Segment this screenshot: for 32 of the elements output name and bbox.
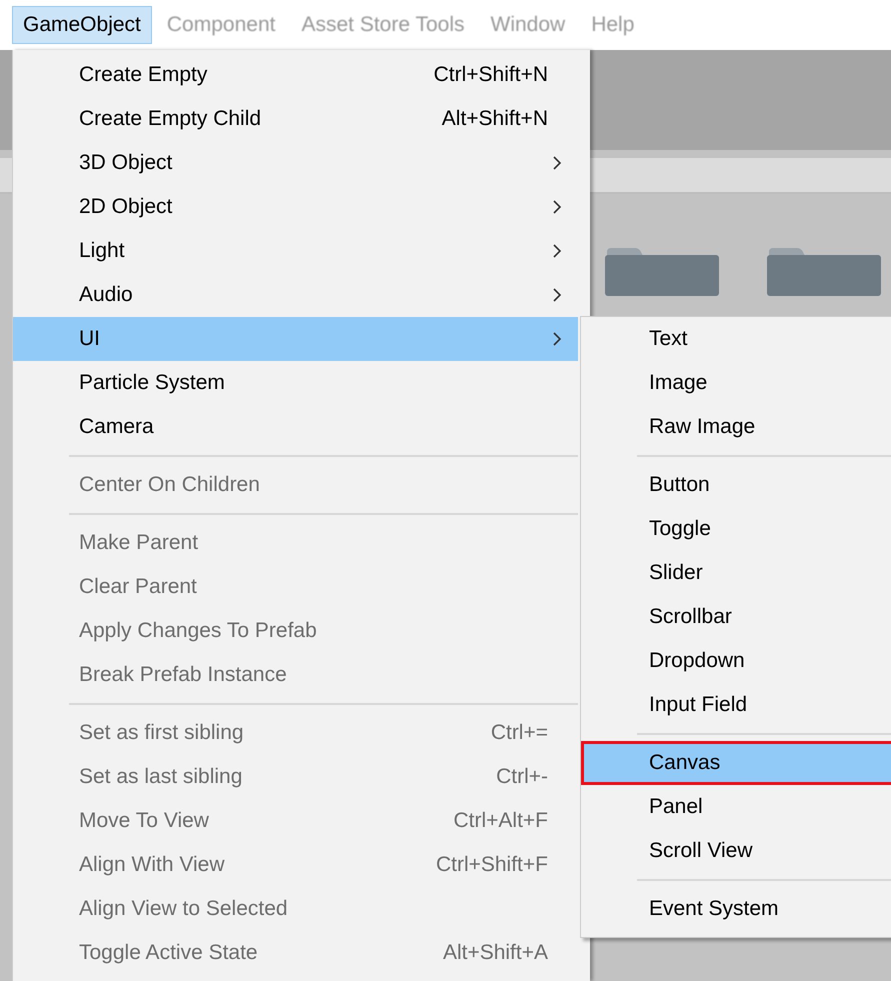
menu-item[interactable]: Raw Image xyxy=(581,405,891,449)
shortcut-text: Ctrl+Alt+F xyxy=(453,808,548,834)
menu-item[interactable]: Light xyxy=(13,229,578,273)
shortcut-text: Ctrl+= xyxy=(490,720,548,746)
menu-item[interactable]: 2D Object xyxy=(13,185,578,229)
menu-item[interactable]: Slider xyxy=(581,551,891,595)
folder-icon xyxy=(767,246,881,296)
menu-item[interactable]: Text xyxy=(581,317,891,361)
menu-item[interactable]: Create Empty Ctrl+Shift+N xyxy=(13,53,578,97)
menu-item[interactable]: 3D Object xyxy=(13,141,578,185)
menu-item[interactable]: Event System xyxy=(581,887,891,931)
shortcut-text: Alt+Shift+N xyxy=(442,106,548,132)
shortcut-text: Ctrl+- xyxy=(496,764,548,790)
menu-item[interactable]: Image xyxy=(581,361,891,405)
menu-item[interactable]: Canvas xyxy=(581,741,891,785)
menu-item[interactable]: Camera xyxy=(13,405,578,449)
shortcut-text: Alt+Shift+A xyxy=(442,940,548,966)
menu-bar-item[interactable]: GameObject xyxy=(12,6,152,44)
menu-item[interactable]: Create Empty Child Alt+Shift+N xyxy=(13,97,578,141)
menu-item[interactable]: Particle System xyxy=(13,361,578,405)
menu-item[interactable]: Audio xyxy=(13,273,578,317)
shortcut-text: Ctrl+Shift+N xyxy=(434,62,548,88)
menu-item[interactable]: Button xyxy=(581,463,891,507)
menu-item[interactable]: Input Field xyxy=(581,683,891,727)
menu-item[interactable]: Panel xyxy=(581,785,891,829)
folder-icon xyxy=(605,246,719,296)
menu-item[interactable]: Toggle xyxy=(581,507,891,551)
shortcut-text: Ctrl+Shift+F xyxy=(436,852,548,878)
menu-item[interactable]: Scroll View xyxy=(581,829,891,873)
menu-item[interactable]: UI xyxy=(13,317,578,361)
menu-item[interactable]: Dropdown xyxy=(581,639,891,683)
menu-item[interactable]: Scrollbar xyxy=(581,595,891,639)
